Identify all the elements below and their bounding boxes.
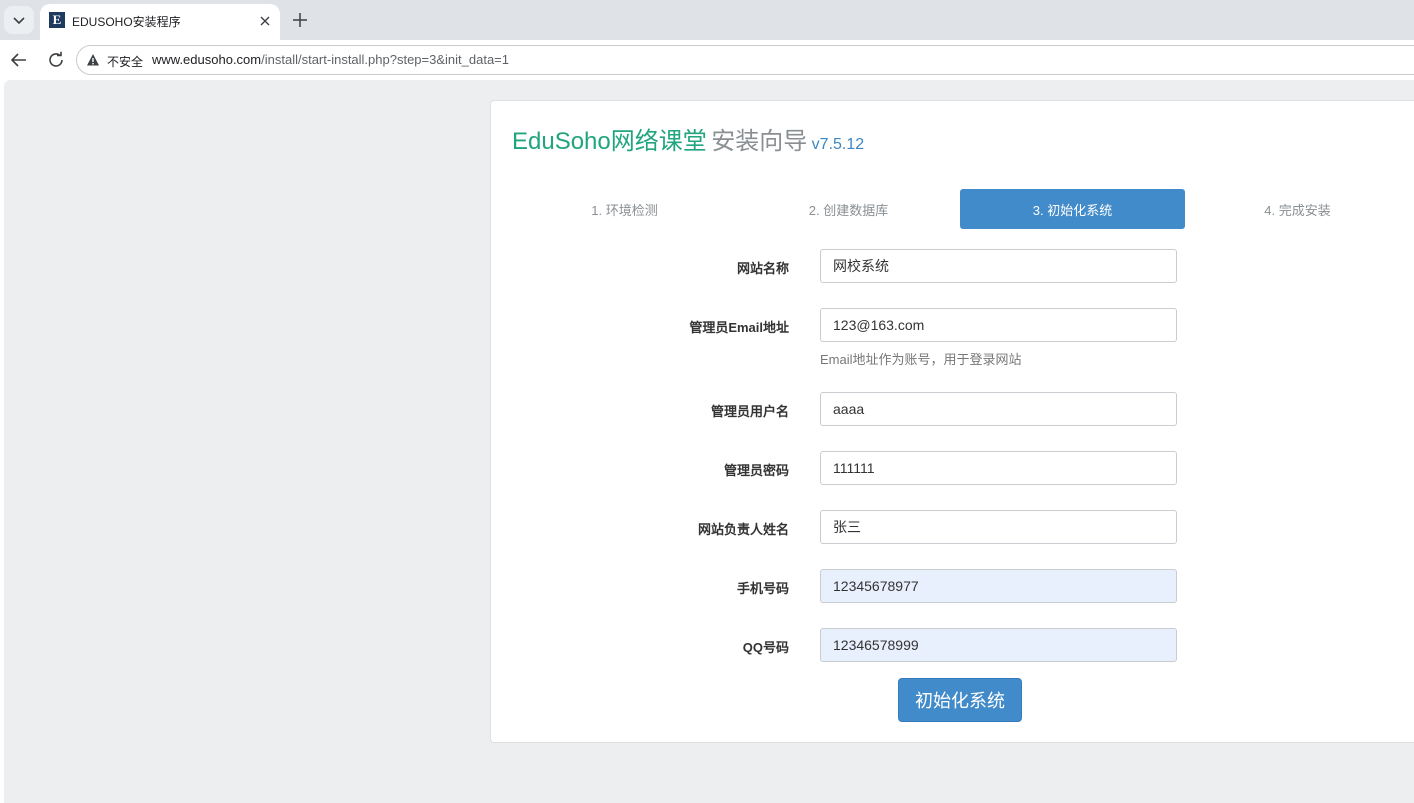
browser-tab[interactable]: E EDUSOHO安装程序 <box>40 4 280 40</box>
security-indicator[interactable]: 不安全 <box>107 53 143 70</box>
page-title: EduSoho网络课堂 安装向导 v7.5.12 <box>512 121 864 156</box>
admin-username-input[interactable]: aaaa <box>820 392 1177 426</box>
qq-input[interactable]: 12346578999 <box>820 628 1177 662</box>
warning-icon <box>87 54 99 66</box>
chevron-down-icon <box>13 17 25 25</box>
step-init-system: 3. 初始化系统 <box>960 189 1185 229</box>
admin-username-label: 管理员用户名 <box>710 404 789 419</box>
site-name-input[interactable]: 网校系统 <box>820 249 1177 283</box>
site-favicon-icon: E <box>49 12 65 28</box>
step-env-check: 1. 环境检测 <box>591 202 658 218</box>
plus-icon <box>293 13 307 27</box>
url-text[interactable]: www.edusoho.com/install/start-install.ph… <box>152 52 509 67</box>
version-label: v7.5.12 <box>811 136 865 153</box>
address-bar[interactable]: 不安全 www.edusoho.com/install/start-instal… <box>76 45 1414 75</box>
admin-email-help: Email地址作为账号，用于登录网站 <box>820 352 1022 367</box>
step-create-db: 2. 创建数据库 <box>808 202 889 218</box>
admin-password-input[interactable]: 111111 <box>820 451 1177 485</box>
mobile-input[interactable]: 12345678977 <box>820 569 1177 603</box>
browser-tab-strip: E EDUSOHO安装程序 <box>0 0 1414 40</box>
reload-button[interactable] <box>44 48 68 72</box>
owner-name-label: 网站负责人姓名 <box>697 522 789 537</box>
site-name-label: 网站名称 <box>736 261 789 276</box>
back-button[interactable] <box>7 48 31 72</box>
mobile-label: 手机号码 <box>736 581 789 596</box>
qq-label: QQ号码 <box>742 640 789 655</box>
admin-email-input[interactable]: 123@163.com <box>820 308 1177 342</box>
brand-name: EduSoho网络课堂 <box>512 128 707 155</box>
reload-icon <box>49 51 63 67</box>
step-complete: 4. 完成安装 <box>1264 202 1331 218</box>
wizard-title: 安装向导 <box>711 128 808 155</box>
tab-title: EDUSOHO安装程序 <box>72 15 181 29</box>
url-host: www.edusoho.com <box>152 52 262 67</box>
admin-email-label: 管理员Email地址 <box>689 320 789 335</box>
close-icon <box>260 16 270 26</box>
url-path: /install/start-install.php?step=3&init_d… <box>261 52 510 67</box>
browser-toolbar: 不安全 www.edusoho.com/install/start-instal… <box>0 40 1414 80</box>
new-tab-button[interactable] <box>288 8 312 32</box>
install-panel: EduSoho网络课堂 安装向导 v7.5.12 1. 环境检测 2. 创建数据… <box>490 100 1414 743</box>
tab-close-button[interactable] <box>256 12 274 30</box>
tab-search-button[interactable] <box>4 6 34 34</box>
admin-password-label: 管理员密码 <box>723 463 789 478</box>
owner-name-input[interactable]: 张三 <box>820 510 1177 544</box>
init-system-button[interactable]: 初始化系统 <box>898 678 1022 722</box>
arrow-left-icon <box>10 53 26 67</box>
